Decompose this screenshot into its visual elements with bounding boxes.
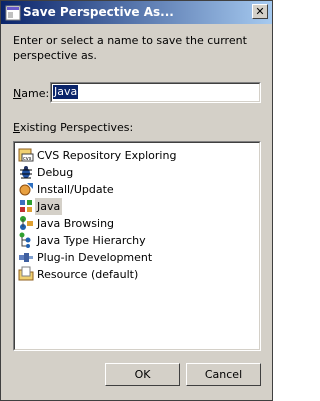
list-item-label: Install/Update — [37, 183, 114, 196]
close-icon: ✕ — [255, 5, 265, 18]
list-item-label: Java Browsing — [37, 217, 115, 230]
instructions-text: Enter or select a name to save the curre… — [13, 34, 247, 62]
existing-label-mnemonic: E — [13, 121, 20, 134]
name-input[interactable]: Java — [50, 82, 261, 103]
dialog-title: Save Perspective As... — [23, 5, 174, 19]
list-item-label: Java — [35, 198, 63, 215]
java-browsing-icon — [20, 216, 33, 230]
name-label-mnemonic: N — [13, 87, 22, 100]
list-item-label: CVS Repository Exploring — [37, 149, 177, 162]
install-update-icon — [19, 183, 33, 196]
existing-label-text: xisting Perspectives: — [19, 121, 134, 134]
ok-button[interactable]: OK — [105, 363, 180, 386]
name-label: Name: — [13, 87, 49, 100]
type-hierarchy-icon — [19, 232, 31, 248]
name-label-text: ame: — [21, 87, 50, 100]
save-perspective-dialog: Save Perspective As... ✕ Enter or select… — [0, 0, 273, 401]
name-input-value: Java — [53, 85, 79, 99]
list-item-label: Resource (default) — [37, 268, 139, 281]
cancel-button[interactable]: Cancel — [186, 363, 261, 386]
title-bar[interactable]: Save Perspective As... ✕ — [1, 1, 272, 24]
plugin-icon — [19, 253, 33, 262]
svg-text:cvs: cvs — [23, 156, 32, 162]
existing-perspectives-label: Existing Perspectives: — [13, 121, 133, 134]
perspectives-list[interactable]: cvs CVS Repository Exploring Debug Insta… — [13, 141, 261, 351]
list-item-label: Plug-in Development — [37, 251, 153, 264]
list-item-label: Debug — [37, 166, 74, 179]
list-item-label: Java Type Hierarchy — [37, 234, 146, 247]
debug-bug-icon — [20, 166, 32, 179]
close-button[interactable]: ✕ — [252, 4, 268, 19]
resource-icon — [18, 266, 34, 281]
cvs-repository-icon: cvs — [18, 148, 34, 162]
name-input-bevel — [51, 83, 260, 102]
java-perspective-icon — [20, 200, 32, 212]
eclipse-window-icon — [5, 5, 21, 21]
